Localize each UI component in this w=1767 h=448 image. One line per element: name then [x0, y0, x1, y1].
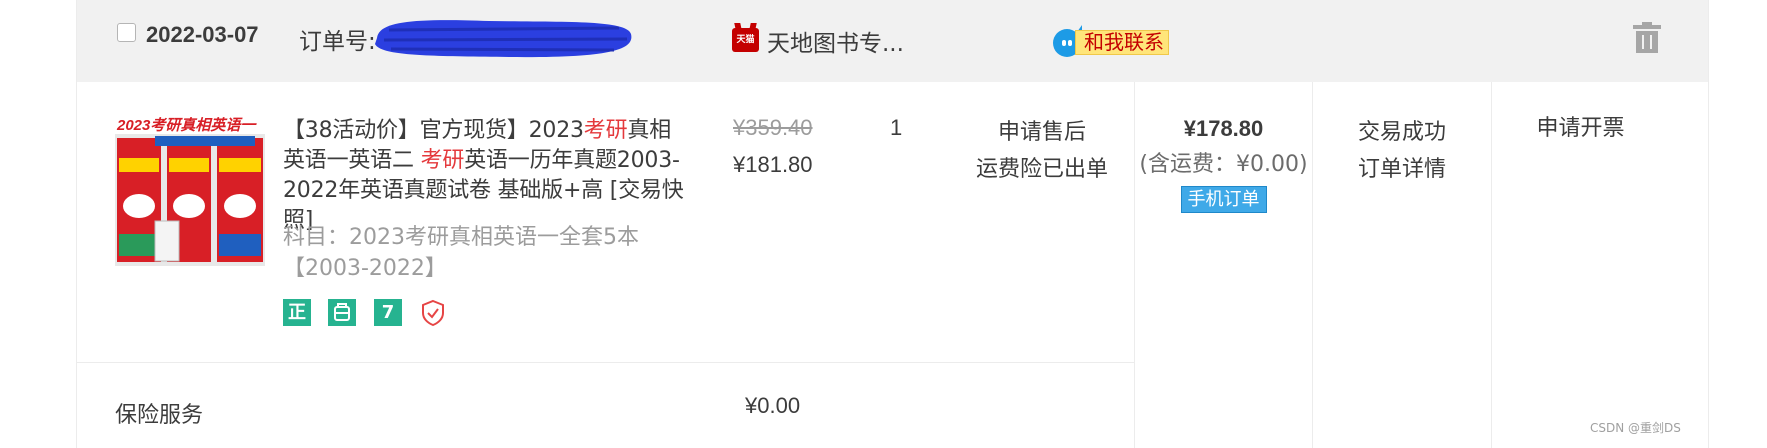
- contact-seller-label: 和我联系: [1075, 30, 1169, 55]
- order-details-link[interactable]: 订单详情: [1313, 151, 1491, 188]
- shipping-insurance-status: 运费险已出单: [975, 157, 1108, 182]
- product-title-part: 【38活动价】官方现货】2023: [283, 118, 584, 143]
- after-sale-column: 申请售后 运费险已出单: [957, 114, 1127, 188]
- total-column: ¥178.80 (含运费：¥0.00) 手机订单: [1135, 114, 1312, 213]
- order-date: 2022-03-07: [146, 22, 259, 47]
- status-column: 交易成功 订单详情: [1313, 114, 1491, 188]
- order-select-checkbox[interactable]: [117, 23, 136, 42]
- tmall-icon: 天猫: [732, 28, 759, 52]
- mobile-order-tag: 手机订单: [1180, 186, 1267, 213]
- order-card: 2022-03-07 订单号: 天猫 天地图书专... 和我联系 2023考研真…: [76, 0, 1709, 448]
- original-price: ¥359.40: [733, 115, 813, 140]
- total-amount: ¥178.80: [1183, 116, 1264, 141]
- insurance-price: ¥0.00: [745, 393, 801, 418]
- shield-icon[interactable]: [420, 299, 446, 327]
- apply-after-sale-link[interactable]: 申请售后: [957, 114, 1127, 151]
- product-sku: 科目：2023考研真相英语一全套5本【2003-2022】: [283, 225, 639, 281]
- quantity: 1: [890, 115, 903, 140]
- shipping-fee: (含运费：¥0.00): [1139, 152, 1308, 177]
- watermark: CSDN @重剑DS: [1590, 421, 1681, 435]
- svg-text:2023考研真相英语一: 2023考研真相英语一: [116, 117, 257, 134]
- row-divider: [77, 362, 1134, 363]
- order-number-label: 订单号:: [299, 29, 376, 55]
- authentic-badge-icon[interactable]: 正: [283, 299, 311, 326]
- trash-icon[interactable]: [1633, 22, 1661, 53]
- bag-badge-icon[interactable]: [328, 299, 356, 326]
- order-header: 2022-03-07 订单号: 天猫 天地图书专... 和我联系: [77, 0, 1708, 82]
- product-title-highlight: 考研: [420, 148, 465, 173]
- insurance-service-label: 保险服务: [115, 403, 204, 428]
- product-thumbnail[interactable]: 2023考研真相英语一: [115, 116, 265, 266]
- current-price: ¥181.80: [733, 152, 813, 177]
- apply-invoice-link[interactable]: 申请开票: [1492, 114, 1669, 144]
- seven-day-return-badge-icon[interactable]: 7: [374, 299, 402, 326]
- shop-name-link[interactable]: 天地图书专...: [767, 24, 904, 58]
- contact-seller-button[interactable]: 和我联系: [1053, 25, 1183, 57]
- product-title-link[interactable]: 【38活动价】官方现货】2023考研真相英语一英语二 考研英语一历年真题2003…: [283, 116, 691, 236]
- product-title-highlight: 考研: [583, 118, 628, 143]
- trade-status: 交易成功: [1357, 120, 1446, 145]
- redacted-order-number: [375, 20, 632, 58]
